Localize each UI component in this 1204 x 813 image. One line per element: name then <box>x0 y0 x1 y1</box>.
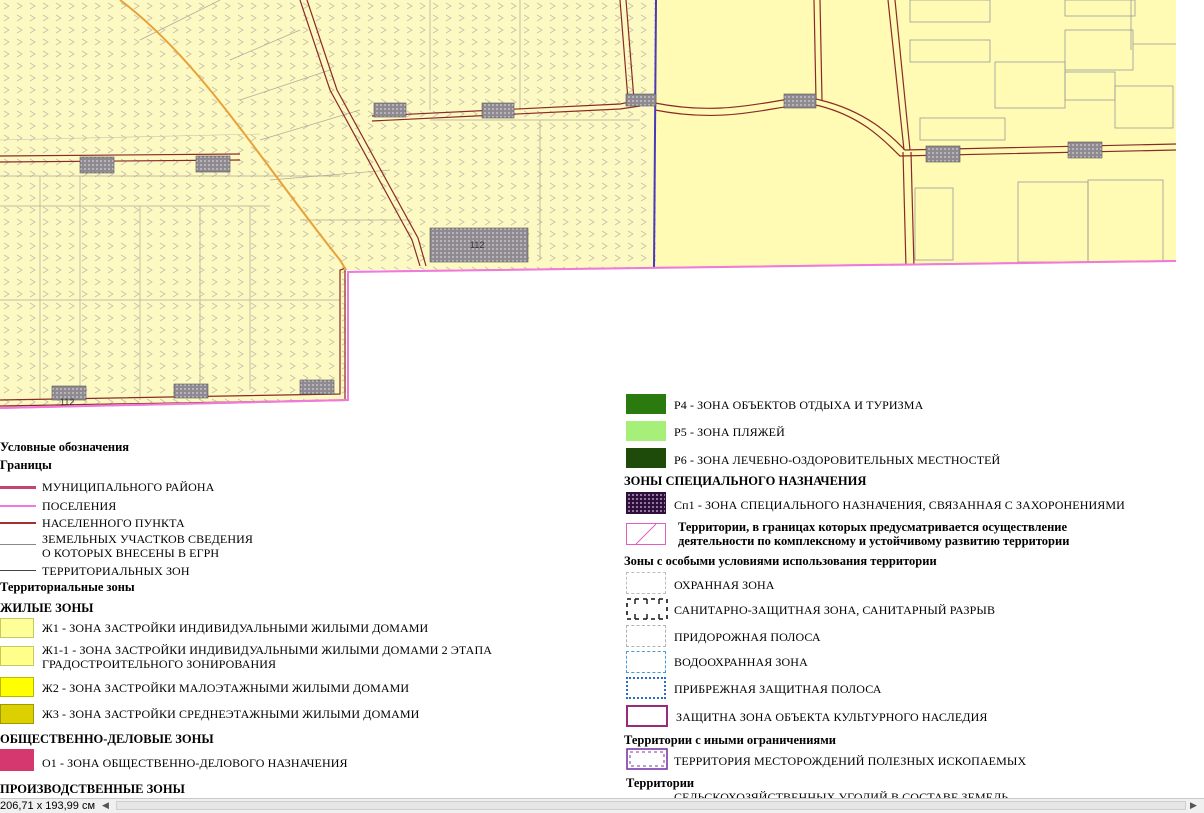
swatch-mineral-deposits <box>626 748 668 770</box>
boundary-locality-sample <box>0 522 36 524</box>
territorial-heading: Территориальные зоны <box>0 580 135 594</box>
legend-title: Условные обозначения <box>0 440 130 454</box>
swatch-r5 <box>626 421 666 441</box>
parcel-label-2: 112 <box>60 397 74 407</box>
swatch-water-protection <box>626 651 666 673</box>
swatch-zh3 <box>0 704 34 724</box>
boundary-municipal-sample <box>0 486 36 489</box>
boundary-municipal-label: МУНИЦИПАЛЬНОГО РАЙОНА <box>42 480 215 494</box>
boundary-parcels-sample <box>0 544 36 545</box>
boundaries-heading: Границы <box>0 458 52 472</box>
scroll-left-arrow-icon[interactable]: ◀ <box>102 801 109 811</box>
page-dimensions: 206,71 x 193,99 см <box>0 800 96 812</box>
coastal-strip-label: ПРИБРЕЖНАЯ ЗАЩИТНАЯ ПОЛОСА <box>674 682 882 696</box>
heritage-zone-label: ЗАЩИТНА ЗОНА ОБЪЕКТА КУЛЬТУРНОГО НАСЛЕДИ… <box>676 710 988 724</box>
sanitary-zone-label: САНИТАРНО-ЗАЩИТНАЯ ЗОНА, САНИТАРНЫЙ РАЗР… <box>674 603 996 617</box>
public-heading: ОБЩЕСТВЕННО-ДЕЛОВЫЕ ЗОНЫ <box>0 732 214 746</box>
special-use-heading: Зоны с особыми условиями использования т… <box>624 554 937 568</box>
status-bar: 206,71 x 193,99 см ◀ ▶ <box>0 798 1204 813</box>
residential-heading: ЖИЛЫЕ ЗОНЫ <box>0 601 94 615</box>
boundary-zones-sample <box>0 570 36 571</box>
swatch-protection-zone <box>626 572 666 594</box>
swatch-sanitary-zone <box>626 598 668 620</box>
development-label: Территории, в границах которых предусмат… <box>678 520 1070 548</box>
swatch-o1 <box>0 749 34 771</box>
zone-r6-label: Р6 - ЗОНА ЛЕЧЕБНО-ОЗДОРОВИТЕЛЬНЫХ МЕСТНО… <box>674 453 1001 467</box>
boundary-zones-label: ТЕРРИТОРИАЛЬНЫХ ЗОН <box>42 564 190 578</box>
boundary-parcels-label: ЗЕМЕЛЬНЫХ УЧАСТКОВ СВЕДЕНИЯ О КОТОРЫХ ВН… <box>42 532 253 560</box>
scroll-right-arrow-icon[interactable]: ▶ <box>1190 801 1197 811</box>
zone-r5-label: Р5 - ЗОНА ПЛЯЖЕЙ <box>674 425 785 439</box>
zone-zh1-label: Ж1 - ЗОНА ЗАСТРОЙКИ ИНДИВИДУАЛЬНЫМИ ЖИЛЫ… <box>42 621 429 635</box>
zone-zh2-label: Ж2 - ЗОНА ЗАСТРОЙКИ МАЛОЭТАЖНЫМИ ЖИЛЫМИ … <box>42 681 410 695</box>
zone-zh3-label: Ж3 - ЗОНА ЗАСТРОЙКИ СРЕДНЕЭТАЖНЫМИ ЖИЛЫМ… <box>42 707 420 721</box>
zone-r4-label: Р4 - ЗОНА ОБЪЕКТОВ ОТДЫХА И ТУРИЗМА <box>674 398 924 412</box>
swatch-development <box>626 523 666 545</box>
swatch-zh2 <box>0 677 34 697</box>
swatch-sp1 <box>626 492 666 514</box>
boundary-settlement-sample <box>0 505 36 507</box>
boundary-settlement-label: ПОСЕЛЕНИЯ <box>42 499 117 513</box>
protection-zone-label: ОХРАННАЯ ЗОНА <box>674 578 775 592</box>
swatch-r6 <box>626 448 666 468</box>
last-heading: Территории <box>626 776 695 790</box>
zone-o1-label: О1 - ЗОНА ОБЩЕСТВЕННО-ДЕЛОВОГО НАЗНАЧЕНИ… <box>42 756 348 770</box>
zone-zh1-1-label: Ж1-1 - ЗОНА ЗАСТРОЙКИ ИНДИВИДУАЛЬНЫМИ ЖИ… <box>42 643 492 671</box>
horizontal-scrollbar[interactable] <box>116 801 1186 810</box>
water-protection-label: ВОДООХРАННАЯ ЗОНА <box>674 655 808 669</box>
map-canvas[interactable]: 112 112 <box>0 0 1204 800</box>
swatch-coastal-strip <box>626 677 666 699</box>
swatch-zh1 <box>0 618 34 638</box>
roadside-strip-label: ПРИДОРОЖНАЯ ПОЛОСА <box>674 630 821 644</box>
swatch-zh1-1 <box>0 646 34 666</box>
zone-sp1-label: Сп1 - ЗОНА СПЕЦИАЛЬНОГО НАЗНАЧЕНИЯ, СВЯЗ… <box>674 498 1125 512</box>
swatch-r4 <box>626 394 666 414</box>
special-heading: ЗОНЫ СПЕЦИАЛЬНОГО НАЗНАЧЕНИЯ <box>624 474 867 488</box>
industrial-heading: ПРОИЗВОДСТВЕННЫЕ ЗОНЫ <box>0 782 185 796</box>
boundary-locality-label: НАСЕЛЕННОГО ПУНКТА <box>42 516 185 530</box>
parcel-label-1: 112 <box>470 240 484 250</box>
mineral-deposits-label: ТЕРРИТОРИЯ МЕСТОРОЖДЕНИЙ ПОЛЕЗНЫХ ИСКОПА… <box>674 754 1027 768</box>
swatch-roadside-strip <box>626 625 666 647</box>
other-heading: Территории с иными ограничениями <box>624 733 836 747</box>
swatch-heritage-zone <box>626 705 668 727</box>
